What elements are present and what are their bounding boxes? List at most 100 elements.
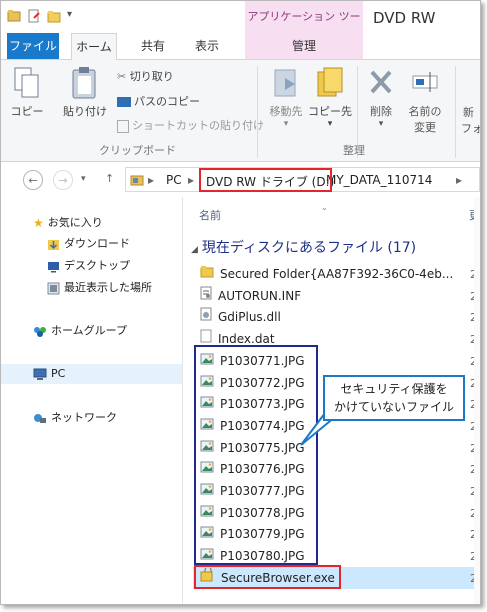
new-folder-icon[interactable] bbox=[47, 9, 61, 23]
copy-label: コピー bbox=[10, 105, 44, 118]
column-header-name[interactable]: 名前 bbox=[199, 207, 221, 223]
clipboard-icon bbox=[72, 67, 96, 99]
rename-label-2: 変更 bbox=[414, 121, 436, 134]
vertical-scrollbar[interactable] bbox=[474, 197, 480, 604]
sort-chevron-icon: ⌄ bbox=[321, 203, 328, 212]
paste-button[interactable]: 貼り付け bbox=[61, 66, 109, 119]
properties-icon[interactable] bbox=[27, 9, 41, 23]
nav-pc[interactable]: PC bbox=[1, 364, 182, 384]
ribbon: コピー 貼り付け ✂ 切り取り パスのコピー ショートカットの貼り付け クリップ… bbox=[1, 60, 480, 162]
arrow-left-icon: ← bbox=[28, 174, 38, 187]
arrow-right-icon: → bbox=[58, 174, 68, 187]
tab-share[interactable]: 共有 bbox=[133, 33, 173, 59]
breadcrumb-separator-icon: ▸ bbox=[148, 173, 155, 187]
tab-manage[interactable]: 管理 bbox=[245, 33, 363, 59]
nav-downloads-label: ダウンロード bbox=[64, 237, 130, 250]
file-name: Index.dat bbox=[218, 332, 275, 346]
nav-favorites-label: お気に入り bbox=[47, 216, 103, 229]
new-label-partial-2: フォ bbox=[461, 122, 481, 135]
callout-line-1: セキュリティ保護を bbox=[340, 382, 448, 396]
window-title: DVD RW bbox=[373, 9, 436, 27]
nav-network[interactable]: ネットワーク bbox=[33, 408, 117, 428]
star-icon: ★ bbox=[33, 216, 44, 230]
ribbon-separator bbox=[257, 66, 258, 158]
cut-label: 切り取り bbox=[129, 70, 174, 83]
file-name: GdiPlus.dll bbox=[218, 310, 281, 324]
delete-x-icon bbox=[370, 70, 392, 94]
copy-to-icon bbox=[317, 67, 343, 97]
pc-icon bbox=[33, 368, 47, 380]
nav-pc-label: PC bbox=[51, 367, 66, 380]
address-row: ← → ▾ ↑ ▸ PC ▸ DVD RW ドライブ (D:) MY_DATA_… bbox=[1, 164, 480, 196]
rename-label-1: 名前の bbox=[408, 105, 442, 118]
nav-recent-label: 最近表示した場所 bbox=[64, 281, 152, 294]
up-arrow-icon[interactable]: ↑ bbox=[105, 172, 114, 185]
tab-view[interactable]: 表示 bbox=[187, 33, 227, 59]
navigation-pane: ★ お気に入り ダウンロード デスクトップ 最近表示した場所 ホームグループ PC… bbox=[1, 197, 183, 604]
file-row[interactable]: GdiPlus.dll bbox=[200, 307, 281, 328]
organize-group-label: 整理 bbox=[343, 144, 365, 157]
nav-homegroup[interactable]: ホームグループ bbox=[33, 321, 127, 341]
securebrowser-highlight-box bbox=[194, 565, 341, 589]
paste-shortcut-button[interactable]: ショートカットの貼り付け bbox=[117, 117, 264, 133]
file-name: Secured Folder{AA87F392-36C0-4eb... bbox=[220, 267, 454, 281]
forward-button[interactable]: → bbox=[53, 170, 73, 190]
recent-locations-dropdown[interactable]: ▾ bbox=[81, 174, 86, 184]
nav-desktop-label: デスクトップ bbox=[64, 259, 130, 272]
tab-file[interactable]: ファイル bbox=[7, 33, 59, 59]
rename-button[interactable]: 名前の 変更 bbox=[403, 66, 447, 135]
path-icon bbox=[117, 97, 131, 107]
qat-dropdown-icon[interactable]: ▾ bbox=[67, 9, 72, 20]
title-bar: ▾ アプリケーション ツール DVD RW bbox=[1, 1, 480, 55]
breadcrumb-separator-icon: ▸ bbox=[188, 173, 195, 187]
delete-button[interactable]: 削除 ▾ bbox=[361, 66, 401, 129]
copy-to-label: コピー先 bbox=[308, 105, 352, 118]
window-menu-icon[interactable] bbox=[7, 9, 21, 23]
nav-downloads[interactable]: ダウンロード bbox=[47, 234, 130, 254]
nav-network-label: ネットワーク bbox=[51, 411, 117, 424]
copy-path-button[interactable]: パスのコピー bbox=[117, 93, 200, 109]
nav-recent-places[interactable]: 最近表示した場所 bbox=[47, 278, 152, 298]
copy-to-button[interactable]: コピー先 ▾ bbox=[307, 66, 353, 129]
breadcrumb-folder[interactable]: MY_DATA_110714 bbox=[326, 173, 432, 187]
ribbon-tabs: ファイル ホーム 共有 表示 管理 bbox=[1, 33, 480, 61]
homegroup-icon bbox=[34, 326, 46, 337]
copy-path-label: パスのコピー bbox=[134, 95, 200, 108]
clipboard-group-label: クリップボード bbox=[99, 144, 176, 157]
setup-info-file-icon bbox=[200, 286, 212, 307]
recent-places-icon bbox=[47, 282, 60, 294]
paste-label: 貼り付け bbox=[63, 105, 107, 118]
tab-home[interactable]: ホーム bbox=[71, 33, 117, 61]
move-to-icon bbox=[274, 69, 296, 97]
copy-icon bbox=[14, 67, 39, 98]
ribbon-separator bbox=[455, 66, 456, 158]
breadcrumb-pc[interactable]: PC bbox=[166, 173, 182, 187]
drive-highlight-box bbox=[199, 168, 332, 192]
cut-button[interactable]: ✂ 切り取り bbox=[117, 68, 174, 84]
file-name: AUTORUN.INF bbox=[218, 289, 302, 303]
back-button[interactable]: ← bbox=[23, 170, 43, 190]
move-to-label: 移動先 bbox=[269, 105, 303, 118]
paste-shortcut-label: ショートカットの貼り付け bbox=[132, 119, 264, 132]
drive-icon bbox=[130, 175, 144, 186]
move-to-button[interactable]: 移動先 ▾ bbox=[263, 66, 309, 129]
collapse-group-icon: ◢ bbox=[191, 245, 198, 255]
file-row[interactable]: Secured Folder{AA87F392-36C0-4eb... bbox=[200, 264, 453, 285]
nav-favorites[interactable]: ★ お気に入り bbox=[33, 213, 103, 233]
group-header-label: 現在ディスクにあるファイル (17) bbox=[201, 240, 417, 256]
dll-file-icon bbox=[200, 307, 212, 328]
nav-desktop[interactable]: デスクトップ bbox=[47, 256, 130, 276]
nav-homegroup-label: ホームグループ bbox=[51, 324, 128, 337]
breadcrumb-separator-icon: ▸ bbox=[456, 173, 463, 187]
rename-icon bbox=[412, 72, 438, 92]
context-tab-application-tools: アプリケーション ツール bbox=[245, 1, 363, 55]
callout-line-2: かけていないファイル bbox=[333, 400, 454, 414]
network-icon bbox=[34, 413, 46, 423]
annotation-callout: セキュリティ保護を かけていないファイル bbox=[323, 375, 465, 421]
shortcut-icon bbox=[117, 119, 129, 133]
file-row[interactable]: AUTORUN.INF bbox=[200, 286, 301, 307]
explorer-window: ▾ アプリケーション ツール DVD RW ファイル ホーム 共有 表示 管理 … bbox=[0, 0, 481, 605]
copy-button[interactable]: コピー bbox=[9, 66, 45, 119]
folder-icon bbox=[200, 264, 214, 285]
group-header[interactable]: ◢ 現在ディスクにあるファイル (17) bbox=[191, 237, 416, 257]
